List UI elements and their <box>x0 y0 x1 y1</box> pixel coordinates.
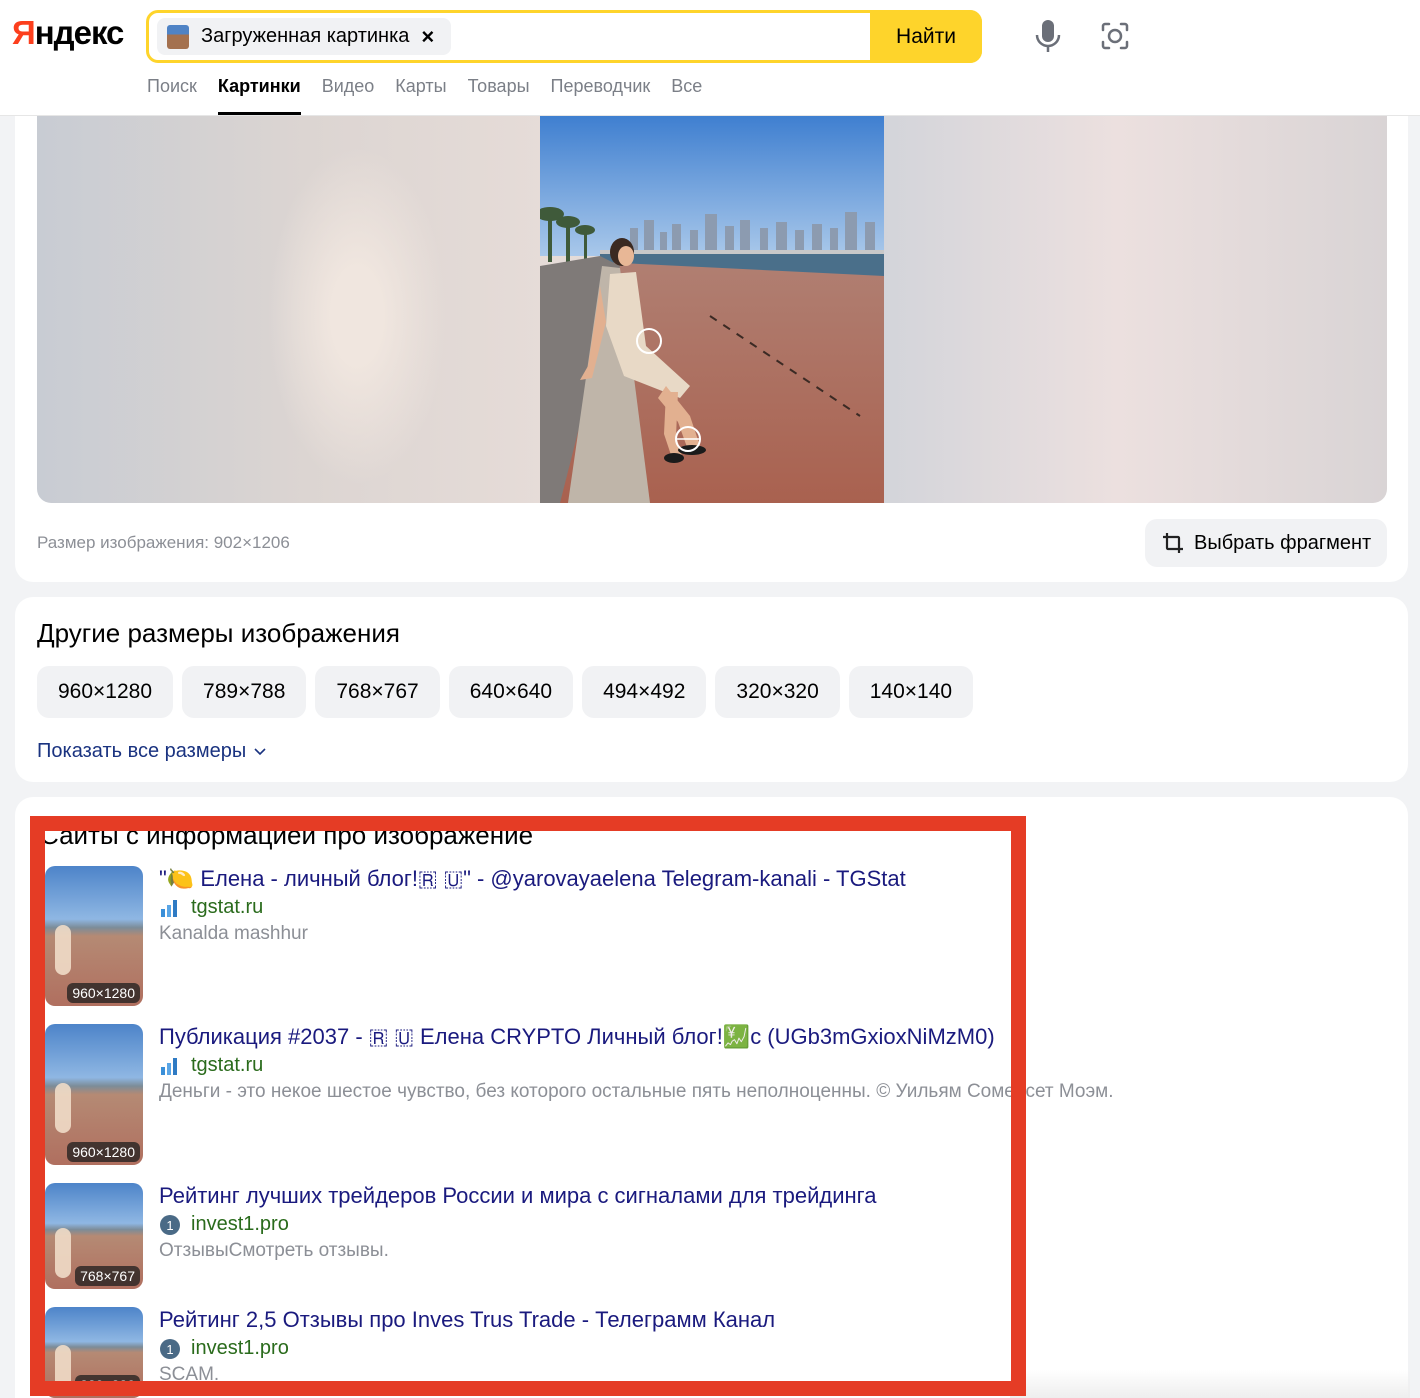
thumbnail-size-badge: 960×1280 <box>67 1142 140 1162</box>
thumbnail-size-badge: 768×767 <box>75 1266 140 1286</box>
yandex-logo[interactable]: Яндекс <box>12 14 124 52</box>
uploaded-photo[interactable] <box>540 116 884 503</box>
search-tabs: Поиск Картинки Видео Карты Товары Переводчик В… <box>147 76 723 115</box>
tab-6[interactable]: Все <box>671 76 702 115</box>
result-snippet: Деньги - это некое шестое чувство, без к… <box>159 1081 1114 1102</box>
site-favicon-icon <box>159 897 181 919</box>
chevron-down-icon <box>254 747 266 755</box>
site-favicon-icon: 1 <box>159 1214 181 1236</box>
result-snippet: Kanalda mashhur <box>159 923 308 944</box>
select-fragment-label: Выбрать фрагмент <box>1194 531 1372 554</box>
uploaded-image-chip[interactable]: Загруженная картинка × <box>157 18 451 55</box>
tab-2[interactable]: Видео <box>322 76 375 115</box>
result-site-label: invest1.pro <box>191 1337 289 1359</box>
tab-5[interactable]: Переводчик <box>551 76 651 115</box>
size-button[interactable]: 640×640 <box>448 666 574 718</box>
result-title-link[interactable]: Рейтинг лучших трейдеров России и мира с… <box>159 1183 876 1209</box>
close-icon[interactable]: × <box>421 24 434 50</box>
result-thumbnail[interactable]: 320×320 <box>45 1307 143 1398</box>
size-button[interactable]: 789×788 <box>182 666 307 718</box>
site-favicon-icon <box>159 1055 181 1077</box>
camera-lens-icon[interactable] <box>1099 20 1131 52</box>
svg-text:1: 1 <box>166 1218 173 1233</box>
site-result: 768×767 Рейтинг лучших трейдеров России и… <box>45 1183 1385 1289</box>
result-snippet: ОтзывыСмотреть отзывы. <box>159 1240 389 1261</box>
result-site[interactable]: 1 invest1.pro <box>159 1337 289 1360</box>
site-result: 960×1280 Публикация #2037 - 🇷 🇺 Елена CRY… <box>45 1024 1385 1165</box>
thumbnail-size-badge: 320×320 <box>75 1375 140 1395</box>
thumbnail-size-badge: 960×1280 <box>67 983 140 1003</box>
tab-4[interactable]: Товары <box>468 76 530 115</box>
search-box[interactable]: Загруженная картинка × Найти <box>146 10 982 63</box>
size-button[interactable]: 320×320 <box>715 666 840 718</box>
result-thumbnail[interactable]: 768×767 <box>45 1183 143 1289</box>
uploaded-image-thumbnail <box>167 24 189 49</box>
result-snippet: SCAM. <box>159 1364 220 1385</box>
search-button[interactable]: Найти <box>870 10 982 63</box>
site-favicon-icon: 1 <box>159 1338 181 1360</box>
result-site[interactable]: tgstat.ru <box>159 1054 263 1077</box>
result-title-link[interactable]: Публикация #2037 - 🇷 🇺 Елена CRYPTO Личн… <box>159 1024 995 1050</box>
site-result: 960×1280 "🍋 Елена - личный блог!🇷 🇺" - @y… <box>45 866 1385 1006</box>
svg-text:1: 1 <box>166 1342 173 1357</box>
result-thumbnail[interactable]: 960×1280 <box>45 866 143 1006</box>
result-site-label: invest1.pro <box>191 1213 289 1235</box>
size-button[interactable]: 494×492 <box>582 666 707 718</box>
result-site-label: tgstat.ru <box>191 1054 264 1076</box>
tab-3[interactable]: Карты <box>395 76 446 115</box>
show-all-sizes-label: Показать все размеры <box>37 740 247 762</box>
result-title-link[interactable]: "🍋 Елена - личный блог!🇷 🇺" - @yarovayae… <box>159 866 906 892</box>
microphone-icon[interactable] <box>1034 18 1062 54</box>
tab-0[interactable]: Поиск <box>147 76 197 115</box>
size-button[interactable]: 140×140 <box>848 666 974 718</box>
size-button[interactable]: 768×767 <box>315 666 440 718</box>
sites-title: Сайты с информацией про изображение <box>40 820 534 850</box>
result-thumbnail[interactable]: 960×1280 <box>45 1024 143 1165</box>
header: Яндекс Загруженная картинка × Найти Поис… <box>0 0 1420 116</box>
uploaded-image-label: Загруженная картинка <box>201 25 410 47</box>
image-size-label: Размер изображения: 902×1206 <box>37 533 290 552</box>
result-site[interactable]: tgstat.ru <box>159 896 263 919</box>
show-all-sizes-link[interactable]: Показать все размеры <box>37 740 266 763</box>
sizes-list: 960×1280 789×788 768×767 640×640 494×492 320×… <box>37 666 982 718</box>
crop-icon <box>1163 533 1183 553</box>
tab-1[interactable]: Картинки <box>217 76 301 115</box>
size-button[interactable]: 960×1280 <box>37 666 174 718</box>
result-site-label: tgstat.ru <box>191 896 264 918</box>
select-fragment-button[interactable]: Выбрать фрагмент <box>1145 519 1387 567</box>
result-site[interactable]: 1 invest1.pro <box>159 1213 289 1236</box>
result-title-link[interactable]: Рейтинг 2,5 Отзывы про Inves Trus Trade … <box>159 1307 775 1333</box>
other-sizes-title: Другие размеры изображения <box>37 618 400 648</box>
